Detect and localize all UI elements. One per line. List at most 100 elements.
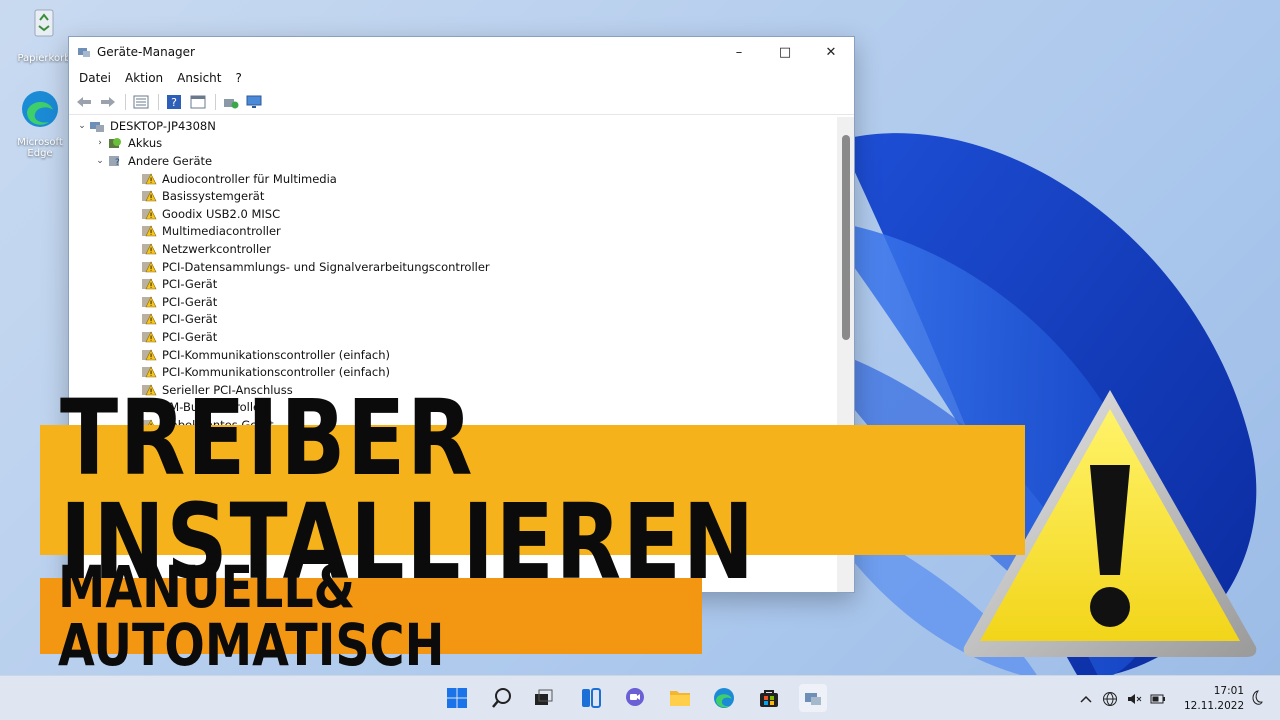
tree-item-label: DESKTOP-JP4308N	[110, 118, 216, 133]
headline-banner: TREIBER INSTALLIEREN	[40, 386, 1025, 594]
computer-icon	[90, 121, 104, 132]
device-warning-icon	[142, 190, 157, 202]
notification-moon-icon[interactable]	[1249, 690, 1263, 706]
window-title: Geräte-Manager	[97, 45, 195, 59]
tree-item-label: PCI-Gerät	[162, 294, 218, 309]
subline-banner: MANUELL& AUTOMATISCH	[40, 558, 702, 674]
taskbar-file-explorer-button[interactable]	[666, 684, 694, 712]
arrow-left-icon	[77, 96, 91, 107]
taskbar-start-button[interactable]	[443, 684, 471, 712]
chevron-down-icon[interactable]: ⌄	[93, 156, 107, 166]
tree-category-andere-geraete[interactable]: ⌄? Andere Geräte	[69, 152, 839, 170]
device-manager-icon	[805, 693, 821, 705]
tree-item-label: PCI-Gerät	[162, 277, 218, 292]
desktop-icon-edge[interactable]: Microsoft Edge	[4, 88, 76, 159]
maximize-button[interactable]: □	[762, 37, 808, 67]
taskbar: 17:01 12.11.2022	[0, 675, 1280, 720]
scrollbar-thumb[interactable]	[842, 135, 850, 340]
tree-item-label: PCI-Gerät	[162, 312, 218, 327]
monitor-scan-icon	[246, 95, 262, 108]
tree-item-label: Akkus	[128, 136, 163, 151]
taskbar-clock[interactable]: 17:01 12.11.2022	[1184, 684, 1244, 714]
windows-start-icon	[447, 688, 467, 708]
tree-item-label: PCI-Datensammlungs- und Signalverarbeitu…	[162, 259, 490, 274]
search-icon	[492, 688, 511, 708]
tree-device-item[interactable]: PCI-Gerät	[69, 275, 839, 293]
chevron-up-icon[interactable]	[1078, 691, 1094, 707]
battery-category-icon	[109, 138, 121, 149]
menu-help[interactable]: ?	[235, 71, 241, 85]
taskbar-device-manager-button[interactable]	[799, 684, 827, 712]
desktop-icon-label: Microsoft Edge	[17, 137, 63, 159]
clock-time: 17:01	[1213, 685, 1244, 697]
tree-device-item[interactable]: PCI-Datensammlungs- und Signalverarbeitu…	[69, 258, 839, 276]
taskbar-task-view-button[interactable]	[529, 684, 557, 712]
recycle-bin-icon	[34, 9, 54, 37]
properties-icon	[190, 95, 206, 108]
speaker-muted-icon[interactable]	[1126, 691, 1142, 707]
update-driver-button[interactable]	[220, 92, 242, 112]
scan-hardware-button[interactable]	[244, 92, 266, 112]
device-warning-icon	[142, 243, 157, 255]
taskbar-search-button[interactable]	[488, 684, 516, 712]
tree-item-label: PCI-Gerät	[162, 329, 218, 344]
chat-icon	[626, 688, 644, 706]
device-warning-icon	[142, 208, 157, 220]
tree-item-label: Multimediacontroller	[162, 224, 281, 239]
battery-icon[interactable]	[1150, 691, 1166, 707]
taskbar-store-button[interactable]	[755, 684, 783, 712]
store-icon	[760, 690, 778, 707]
back-button[interactable]	[73, 92, 95, 112]
properties-button[interactable]	[187, 92, 209, 112]
task-view-icon	[535, 689, 553, 705]
tree-item-label: Basissystemgerät	[162, 189, 265, 204]
tree-root-computer[interactable]: ⌄ DESKTOP-JP4308N	[69, 117, 839, 135]
title-bar[interactable]: Geräte-Manager – □ ✕	[69, 37, 854, 67]
menu-bar: Datei Aktion Ansicht ?	[69, 67, 854, 89]
chevron-down-icon[interactable]: ⌄	[75, 121, 89, 131]
edge-icon	[22, 91, 58, 127]
widgets-icon	[582, 688, 601, 708]
toolbar-separator	[215, 93, 216, 110]
toolbar-separator	[158, 93, 159, 110]
close-button[interactable]: ✕	[808, 37, 854, 67]
device-warning-icon	[142, 172, 157, 184]
menu-aktion[interactable]: Aktion	[125, 71, 163, 85]
chevron-right-icon[interactable]: ›	[93, 138, 107, 148]
file-explorer-icon	[670, 691, 690, 706]
taskbar-chat-button[interactable]	[621, 684, 649, 712]
device-warning-icon	[142, 260, 157, 272]
device-warning-icon	[142, 278, 157, 290]
tree-device-item[interactable]: PCI-Gerät	[69, 328, 839, 346]
tree-device-item[interactable]: Multimediacontroller	[69, 223, 839, 241]
toolbar: ?	[69, 89, 854, 115]
tree-device-item[interactable]: Audiocontroller für Multimedia	[69, 170, 839, 188]
network-globe-icon[interactable]	[1102, 691, 1118, 707]
clock-date: 12.11.2022	[1184, 700, 1245, 712]
device-warning-icon	[142, 296, 157, 308]
tree-device-item[interactable]: PCI-Kommunikationscontroller (einfach)	[69, 346, 839, 364]
help-button[interactable]: ?	[163, 92, 185, 112]
tree-device-item[interactable]: Goodix USB2.0 MISC	[69, 205, 839, 223]
forward-button[interactable]	[97, 92, 119, 112]
tree-device-item[interactable]: Basissystemgerät	[69, 187, 839, 205]
tree-item-label: Andere Geräte	[128, 153, 213, 168]
menu-ansicht[interactable]: Ansicht	[177, 71, 221, 85]
device-warning-icon	[142, 225, 157, 237]
tree-item-label: Goodix USB2.0 MISC	[162, 206, 281, 221]
list-view-icon	[133, 95, 149, 108]
tree-device-item[interactable]: PCI-Gerät	[69, 293, 839, 311]
tree-category-akkus[interactable]: › Akkus	[69, 135, 839, 153]
taskbar-widgets-button[interactable]	[577, 684, 605, 712]
menu-datei[interactable]: Datei	[79, 71, 111, 85]
tree-device-item[interactable]: PCI-Gerät	[69, 311, 839, 329]
tree-device-item[interactable]: Netzwerkcontroller	[69, 240, 839, 258]
tree-item-label: Netzwerkcontroller	[162, 241, 271, 256]
minimize-button[interactable]: –	[716, 37, 762, 67]
edge-icon	[714, 688, 734, 708]
system-tray	[1078, 676, 1174, 720]
properties-view-button[interactable]	[130, 92, 152, 112]
device-warning-icon	[142, 313, 157, 325]
other-devices-icon: ?	[109, 155, 120, 168]
taskbar-edge-button[interactable]	[710, 684, 738, 712]
